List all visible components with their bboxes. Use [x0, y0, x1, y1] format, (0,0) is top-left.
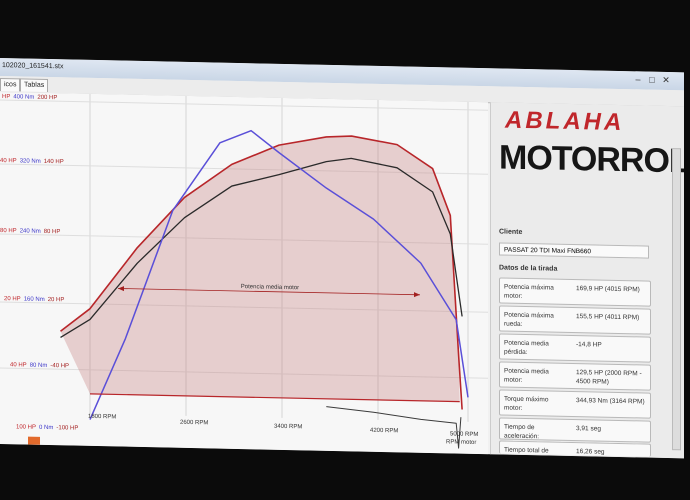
data-row: Potencia máxima rueda: 155,5 HP (4011 RPM… [499, 305, 651, 335]
row-value: 344,93 Nm (3164 RPM) [576, 397, 645, 406]
y-label-hp2: 200 HP [37, 94, 58, 102]
cliente-heading: Cliente [499, 228, 523, 236]
row-value: 16,26 seg [576, 448, 605, 456]
row-value: 129,5 HP (2000 RPM - 4500 RPM) [576, 369, 642, 386]
power-area-fill [60, 136, 460, 402]
y-label-hp: HP [2, 94, 11, 101]
y-label-hp: 40 HP [0, 158, 17, 165]
maximize-icon[interactable]: □ [646, 75, 658, 86]
y-label-hp: 20 HP [4, 296, 21, 303]
chart-svg: Potencia media motor [0, 93, 488, 449]
dyno-chart: Potencia media motor HP 400 Nm 200 HP 40 H… [0, 92, 488, 455]
y-label-hp2: 140 HP [43, 158, 64, 166]
x-tick-label: 3400 RPM [274, 423, 303, 431]
window-title: 102020_161541.stx [2, 62, 64, 71]
row-label: Tiempo total de tirada: [504, 446, 549, 459]
tab-tablas[interactable]: Tablas [20, 78, 49, 93]
y-label-row: HP 400 Nm 200 HP [2, 94, 60, 101]
brand-logo: MOTORROLL [499, 138, 684, 181]
row-value: 3,91 seg [576, 425, 601, 433]
x-tick-label: 5000 RPM [450, 431, 479, 439]
row-value: 155,5 HP (4011 RPM) [576, 313, 640, 322]
app-corner-icon[interactable] [28, 436, 40, 445]
row-label: Potencia máxima motor: [504, 283, 554, 300]
y-label-hp2: -100 HP [56, 425, 79, 432]
results-panel: ABLAHA MOTORROLL Cliente PASSAT 20 TDI M… [490, 102, 684, 459]
row-label: Tiempo de aceleración: [504, 423, 540, 441]
data-row: Potencia máxima motor: 169,9 HP (4015 RPM… [499, 277, 651, 307]
y-label-nm: 80 Nm [29, 362, 48, 369]
close-icon[interactable]: ✕ [660, 75, 672, 86]
row-label: Torque máximo motor: [504, 395, 549, 412]
row-label: Potencia máxima rueda: [504, 311, 554, 328]
y-label-row: 40 HP 80 Nm -40 HP [10, 362, 72, 369]
y-label-hp2: 80 HP [43, 228, 61, 236]
row-value: 169,9 HP (4015 RPM) [576, 285, 640, 294]
minimize-icon[interactable]: – [632, 74, 644, 85]
x-tick-label: 1800 RPM [88, 413, 117, 421]
y-label-nm: 0 Nm [39, 424, 54, 432]
brand-logo-top: ABLAHA [505, 107, 624, 137]
data-row: Potencia media pérdida: -14,8 HP [499, 333, 651, 363]
tab-graficos[interactable]: icos [0, 78, 21, 92]
data-row: Tiempo total de tirada: 16,26 seg [499, 440, 651, 459]
logo-top-text: ABLAHA [505, 106, 625, 137]
y-label-nm: 240 Nm [19, 228, 41, 235]
data-row: Torque máximo motor: 344,93 Nm (3164 RPM) [499, 389, 651, 419]
y-label-nm: 320 Nm [19, 158, 41, 165]
panel-scrollbar[interactable] [672, 148, 681, 451]
data-row: Tiempo de aceleración: 3,91 seg [499, 417, 651, 443]
y-label-hp2: -40 HP [50, 363, 70, 370]
x-axis-title: RPM motor [446, 439, 477, 446]
data-row: Potencia media motor: 129,5 HP (2000 RPM … [499, 361, 651, 391]
datos-heading: Datos de la tirada [499, 264, 558, 273]
y-label-nm: 160 Nm [23, 296, 45, 303]
app-window: 102020_161541.stx – □ ✕ icos Tablas Pote… [0, 58, 684, 459]
cliente-field: PASSAT 20 TDI Maxi FNB660 [499, 242, 649, 259]
y-label-hp2: 20 HP [47, 296, 65, 304]
average-power-label: Potencia media motor [241, 284, 299, 291]
x-tick-label: 4200 RPM [370, 427, 399, 435]
y-label-hp: 40 HP [10, 362, 27, 369]
row-value: -14,8 HP [576, 341, 602, 349]
x-tick-label: 2600 RPM [180, 419, 209, 427]
y-label-row: 20 HP 160 Nm 20 HP [4, 296, 67, 303]
y-label-hp: 100 HP [16, 424, 37, 431]
row-label: Potencia media pérdida: [504, 339, 549, 357]
y-label-hp: 80 HP [0, 228, 17, 235]
grid-line-h [0, 99, 488, 111]
y-label-row: 80 HP 240 Nm 80 HP [0, 228, 63, 235]
row-label: Potencia media motor: [504, 367, 549, 384]
y-label-nm: 400 Nm [13, 94, 35, 101]
